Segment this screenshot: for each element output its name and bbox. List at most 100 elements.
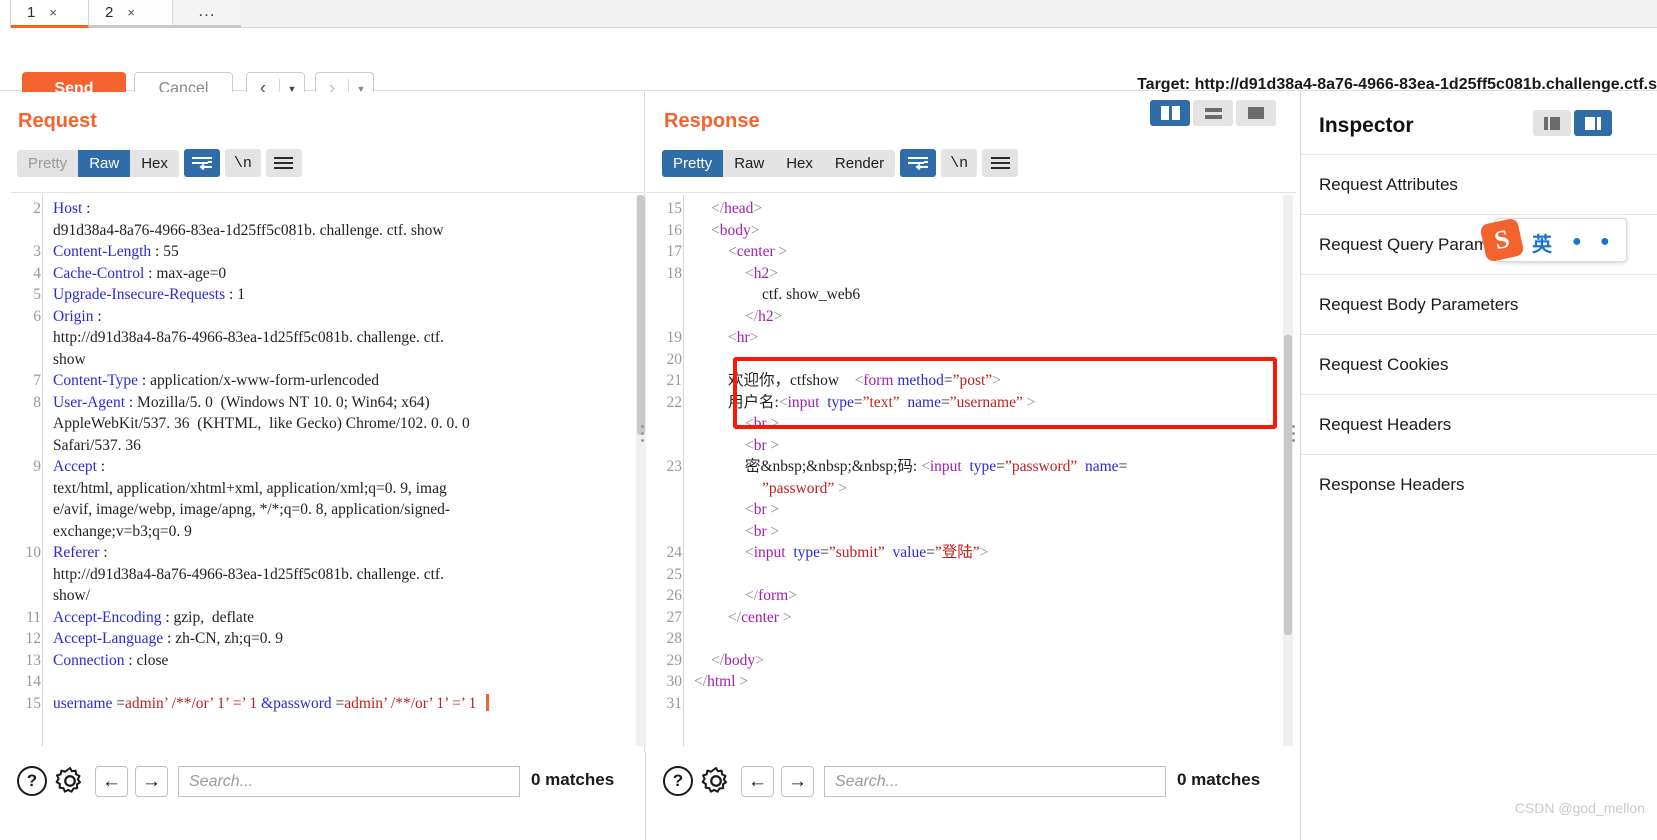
sogou-ime-widget[interactable]: S 英 ● ●: [1479, 217, 1627, 263]
request-view-segmented: Pretty Raw Hex: [17, 149, 179, 177]
request-line-text: username =admin’ /**/or’ 1’ =’ 1 &passwo…: [41, 693, 490, 715]
request-line: 4 Cache-Control : max-age=0: [11, 263, 631, 285]
response-search-next-button[interactable]: →: [781, 766, 814, 797]
response-line-number: [652, 413, 682, 435]
response-word-wrap-icon[interactable]: [900, 149, 937, 177]
inspector-toggle-buttons: [1533, 110, 1612, 136]
inspector-section-request-cookies[interactable]: Request Cookies: [1301, 334, 1657, 394]
response-search-input[interactable]: Search...: [824, 766, 1166, 797]
request-menu-icon[interactable]: [265, 149, 302, 177]
response-search-prev-button[interactable]: ←: [741, 766, 774, 797]
ime-dot-1-icon[interactable]: ●: [1572, 233, 1582, 251]
rows-view-icon[interactable]: [1193, 100, 1233, 126]
tab-1-close-icon[interactable]: ×: [49, 5, 57, 20]
tabbar-left-edge: [0, 0, 11, 28]
request-line: 10 Referer : http://d91d38a4-8a76-4966-83…: [11, 542, 631, 607]
request-line-text: Origin : http://d91d38a4-8a76-4966-83ea-…: [53, 307, 444, 368]
tab-1-label: 1: [27, 4, 36, 21]
response-line-text: </form>: [745, 587, 797, 604]
response-line-number: 27: [666, 608, 683, 626]
request-line-number: 13: [25, 651, 42, 669]
response-line-number: [652, 435, 682, 457]
response-view-raw[interactable]: Raw: [723, 149, 776, 177]
response-editor[interactable]: 15 </head> 16 <body> 17 <center > 18 <h2> ctf. s…: [652, 198, 1282, 748]
request-line: 2 Host : d91d38a4-8a76-4966-83ea-1d25ff5c…: [11, 198, 631, 241]
response-line: 27 </center >: [652, 607, 1282, 629]
inspector-section-request-body-parameters[interactable]: Request Body Parameters: [1301, 274, 1657, 334]
response-help-icon[interactable]: ?: [663, 766, 693, 796]
request-line: 6 Origin : http://d91d38a4-8a76-4966-83ea…: [11, 306, 631, 371]
inspector-section-request-attributes[interactable]: Request Attributes: [1301, 154, 1657, 214]
single-view-icon[interactable]: [1236, 100, 1276, 126]
request-newline-button[interactable]: \n: [224, 149, 261, 177]
response-line-number: [652, 284, 682, 306]
response-line-text: </html >: [694, 673, 749, 690]
response-splitter-grip[interactable]: [1292, 425, 1296, 446]
response-line-number: 31: [666, 694, 683, 712]
response-line: <br >: [652, 413, 1282, 435]
response-line: 15 </head>: [652, 198, 1282, 220]
response-title: Response: [664, 110, 760, 132]
panel-right-icon[interactable]: [1574, 110, 1612, 136]
response-line-text: [682, 693, 698, 715]
request-line: 15 username =admin’ /**/or’ 1’ =’ 1 &pass…: [11, 693, 631, 715]
response-gear-icon[interactable]: [701, 766, 731, 796]
request-scrollbar[interactable]: [636, 195, 646, 746]
response-newline-button[interactable]: \n: [941, 149, 978, 177]
response-line-number: 24: [666, 544, 683, 561]
split-view-icon[interactable]: [1150, 100, 1190, 126]
response-line-number: 29: [666, 651, 683, 669]
request-word-wrap-icon[interactable]: [183, 149, 220, 177]
response-line-text: <body>: [711, 221, 760, 239]
response-line: ”password” >: [652, 478, 1282, 500]
request-line-text: Upgrade-Insecure-Requests : 1: [53, 286, 245, 303]
request-line-number: 10: [25, 544, 42, 561]
response-line: 21 欢迎你，ctfshow <form method=”post”>: [652, 370, 1282, 392]
request-view-pretty[interactable]: Pretty: [17, 149, 79, 177]
request-line: 9 Accept : text/html, application/xhtml+x…: [11, 456, 631, 542]
tab-2[interactable]: 2 ×: [89, 0, 173, 28]
editor-separator: [11, 192, 645, 193]
layout-mode-buttons: [1150, 100, 1276, 126]
text-caret: [486, 693, 490, 711]
request-view-raw[interactable]: Raw: [78, 149, 131, 177]
request-search-input[interactable]: Search...: [178, 766, 520, 797]
response-line-text: <h2>: [745, 264, 778, 282]
request-splitter-grip[interactable]: [641, 425, 645, 446]
response-view-render[interactable]: Render: [823, 149, 896, 177]
tab-overflow-button[interactable]: ...: [173, 0, 241, 28]
response-line-text: <br >: [745, 436, 780, 454]
response-view-pretty[interactable]: Pretty: [662, 149, 724, 177]
response-line: <br >: [652, 435, 1282, 457]
request-editor[interactable]: 2 Host : d91d38a4-8a76-4966-83ea-1d25ff5c…: [11, 198, 631, 748]
inspector-title: Inspector: [1319, 114, 1414, 137]
request-search-next-button[interactable]: →: [135, 766, 168, 797]
response-line-text: [682, 628, 698, 650]
response-line-text: [682, 349, 698, 371]
response-view-hex[interactable]: Hex: [775, 149, 824, 177]
inspector-section-response-headers[interactable]: Response Headers: [1301, 454, 1657, 514]
request-gear-icon[interactable]: [55, 766, 85, 796]
panel-left-icon[interactable]: [1533, 110, 1571, 136]
response-menu-icon[interactable]: [982, 149, 1019, 177]
response-line-number: 30: [666, 673, 683, 690]
request-help-icon[interactable]: ?: [17, 766, 47, 796]
response-line-number: 25: [666, 565, 683, 583]
response-scrollbar[interactable]: [1283, 195, 1293, 746]
tab-1[interactable]: 1 ×: [11, 0, 89, 28]
response-line: <br >: [652, 499, 1282, 521]
tab-2-label: 2: [105, 4, 114, 21]
ime-mode-label[interactable]: 英: [1532, 228, 1552, 257]
request-view-controls: Pretty Raw Hex \n: [17, 149, 302, 177]
response-view-segmented: Pretty Raw Hex Render: [662, 149, 896, 177]
request-search-prev-button[interactable]: ←: [95, 766, 128, 797]
request-view-hex[interactable]: Hex: [130, 149, 179, 177]
request-line-text: Accept : text/html, application/xhtml+xm…: [53, 458, 450, 540]
ime-dot-2-icon[interactable]: ●: [1600, 233, 1610, 251]
response-line-number: [652, 478, 682, 500]
tab-2-close-icon[interactable]: ×: [127, 5, 135, 20]
request-line-text: User-Agent : Mozilla/5. 0 (Windows NT 10…: [53, 393, 470, 454]
response-line-number: 19: [666, 329, 683, 346]
request-line-number: 6: [33, 307, 41, 325]
inspector-section-request-headers[interactable]: Request Headers: [1301, 394, 1657, 454]
